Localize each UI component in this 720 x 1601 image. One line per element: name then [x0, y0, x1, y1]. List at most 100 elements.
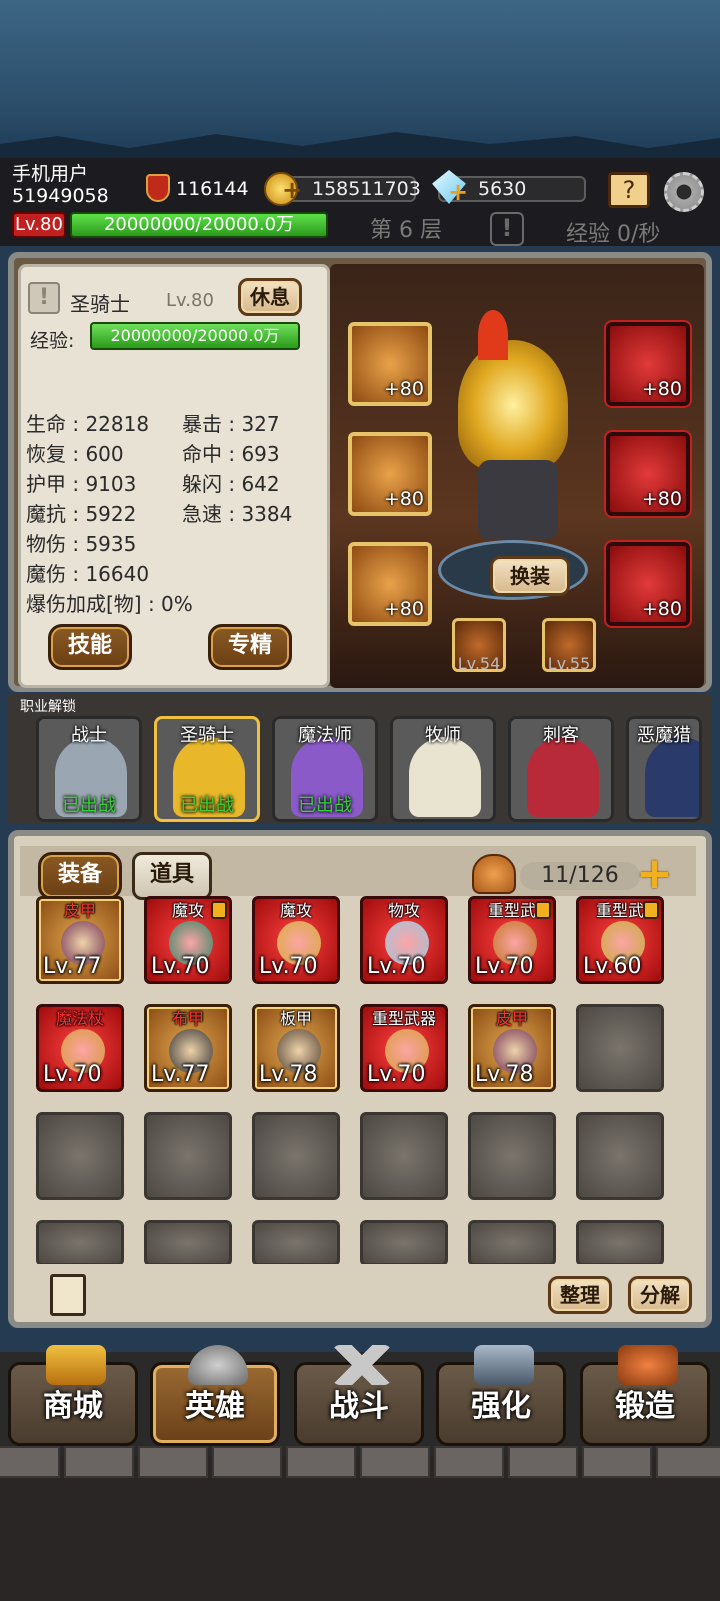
skill-button[interactable]: 技能	[48, 624, 132, 670]
empty-inventory-slot[interactable]	[252, 1112, 340, 1200]
class-card[interactable]: 魔法师 已出战	[272, 716, 378, 822]
class-portrait	[409, 737, 481, 817]
empty-inventory-slot[interactable]	[144, 1112, 232, 1200]
inventory-item[interactable]: 皮甲 Lv.78	[468, 1004, 556, 1092]
empty-inventory-slot[interactable]	[468, 1220, 556, 1266]
class-card[interactable]: 牧师	[390, 716, 496, 822]
rest-button[interactable]: 休息	[238, 278, 302, 316]
gem-slot-1[interactable]: Lv.54	[452, 618, 506, 673]
legs-slot[interactable]: +80	[348, 542, 432, 626]
nav-hero[interactable]: 英雄	[150, 1345, 280, 1446]
item-level: Lv.60	[583, 954, 642, 979]
empty-inventory-slot[interactable]	[252, 1220, 340, 1266]
treasure-chest-icon	[46, 1345, 106, 1385]
item-type: 皮甲	[63, 901, 96, 920]
nav-enhance-label: 强化	[471, 1389, 531, 1424]
chest-enhance-level: +80	[383, 488, 424, 510]
inventory-item[interactable]: 皮甲 Lv.77	[36, 896, 124, 984]
alert-icon[interactable]: !	[490, 212, 524, 246]
hero-name: 圣骑士	[70, 292, 130, 316]
item-level: Lv.78	[259, 1062, 318, 1087]
gem-slot-2[interactable]: Lv.55	[542, 618, 596, 673]
wall-brick	[434, 1446, 504, 1478]
expand-capacity-icon[interactable]: +	[636, 852, 674, 896]
hero-exp-label: 经验:	[30, 330, 75, 352]
class-name: 魔法师	[298, 725, 352, 746]
codex-book-icon[interactable]	[50, 1274, 86, 1316]
weapon-slot[interactable]: +80	[604, 430, 692, 518]
stat-crit-damage: 爆伤加成[物] : 0%	[26, 592, 193, 616]
empty-inventory-slot[interactable]	[36, 1220, 124, 1266]
inventory-item[interactable]: 板甲 Lv.78	[252, 1004, 340, 1092]
sort-button[interactable]: 整理	[548, 1276, 612, 1314]
legs-enhance-level: +80	[383, 598, 424, 620]
stat-dodge: 躲闪 : 642	[182, 472, 280, 496]
wall-brick	[64, 1446, 134, 1478]
helmet-slot[interactable]: +80	[348, 322, 432, 406]
offhand-slot[interactable]: +80	[604, 320, 692, 408]
item-level: Lv.70	[43, 1062, 102, 1087]
add-coin-icon[interactable]: +	[282, 178, 302, 202]
lock-icon[interactable]	[535, 901, 551, 919]
exp-rate: 经验 0/秒	[566, 222, 661, 247]
decompose-button[interactable]: 分解	[628, 1276, 692, 1314]
empty-inventory-slot[interactable]	[360, 1112, 448, 1200]
class-status: 已出战	[298, 795, 352, 816]
player-exp-bar: 20000000/20000.0万	[70, 212, 328, 238]
item-type: 魔攻	[279, 901, 312, 920]
empty-inventory-slot[interactable]	[360, 1220, 448, 1266]
inventory-item[interactable]: 物攻 Lv.70	[360, 896, 448, 984]
help-book-icon[interactable]: ?	[608, 172, 650, 208]
empty-inventory-slot[interactable]	[144, 1220, 232, 1266]
nav-enhance[interactable]: 强化	[436, 1345, 566, 1446]
inventory-item[interactable]: 布甲 Lv.77	[144, 1004, 232, 1092]
item-level: Lv.77	[151, 1062, 210, 1087]
class-status: 已出战	[62, 795, 116, 816]
nav-forge[interactable]: 锻造	[580, 1345, 710, 1446]
offhand-enhance-level: +80	[641, 378, 682, 400]
viking-helmet-icon	[188, 1345, 248, 1385]
class-unlock-title: 职业解锁	[20, 699, 76, 715]
paladin-helmet-figure	[458, 340, 568, 470]
item-type: 物攻	[387, 901, 420, 920]
empty-inventory-slot[interactable]	[468, 1112, 556, 1200]
mastery-button[interactable]: 专精	[208, 624, 292, 670]
lock-icon[interactable]	[643, 901, 659, 919]
inventory-item[interactable]: 魔攻 Lv.70	[144, 896, 232, 984]
change-outfit-button[interactable]: 换装	[490, 556, 570, 596]
hero-info-icon[interactable]: !	[28, 282, 60, 314]
helmet-enhance-level: +80	[383, 378, 424, 400]
lock-icon[interactable]	[211, 901, 227, 919]
class-card[interactable]: 恶魔猎	[626, 716, 702, 822]
floor-indicator: 第 6 层	[370, 218, 442, 243]
inventory-item[interactable]: 重型武 Lv.70	[468, 896, 556, 984]
inventory-capacity: 11/126	[520, 862, 640, 890]
ring-slot[interactable]: +80	[604, 540, 692, 628]
empty-inventory-slot[interactable]	[576, 1112, 664, 1200]
inventory-item[interactable]: 魔法杖 Lv.70	[36, 1004, 124, 1092]
chest-slot[interactable]: +80	[348, 432, 432, 516]
nav-shop[interactable]: 商城	[8, 1345, 138, 1446]
tab-items[interactable]: 道具	[132, 852, 212, 900]
tab-equipment[interactable]: 装备	[38, 852, 122, 900]
class-card[interactable]: 圣骑士 已出战	[154, 716, 260, 822]
class-card[interactable]: 战士 已出战	[36, 716, 142, 822]
add-gem-icon[interactable]: +	[448, 180, 468, 204]
empty-inventory-slot[interactable]	[576, 1004, 664, 1092]
stat-crit: 暴击 : 327	[182, 412, 280, 436]
forge-hammer-icon	[474, 1345, 534, 1385]
player-level-badge: Lv.80	[12, 212, 66, 238]
inventory-item[interactable]: 魔攻 Lv.70	[252, 896, 340, 984]
class-status: 已出战	[180, 795, 234, 816]
class-card[interactable]: 刺客	[508, 716, 614, 822]
inventory-item[interactable]: 重型武 Lv.60	[576, 896, 664, 984]
item-level: Lv.70	[367, 1062, 426, 1087]
nav-battle[interactable]: 战斗	[294, 1345, 424, 1446]
class-portrait	[645, 737, 699, 817]
empty-inventory-slot[interactable]	[576, 1220, 664, 1266]
inventory-item[interactable]: 重型武器 Lv.70	[360, 1004, 448, 1092]
empty-inventory-slot[interactable]	[36, 1112, 124, 1200]
stat-physical-damage: 物伤 : 5935	[26, 532, 137, 556]
item-level: Lv.78	[475, 1062, 534, 1087]
settings-gear-icon[interactable]	[664, 172, 704, 212]
